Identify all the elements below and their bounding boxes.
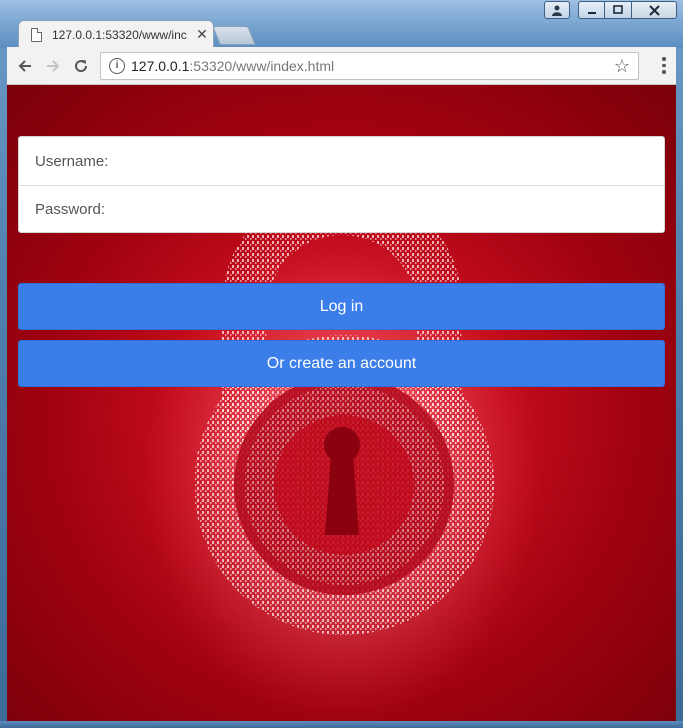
window-frame-bottom	[0, 721, 683, 728]
create-account-button[interactable]: Or create an account	[18, 340, 665, 387]
tab-title: 127.0.0.1:53320/www/inc	[52, 27, 187, 42]
browser-toolbar: i 127.0.0.1:53320/www/index.html ☆	[7, 47, 676, 85]
login-button[interactable]: Log in	[18, 283, 665, 330]
address-bar[interactable]: i 127.0.0.1:53320/www/index.html ☆	[100, 52, 639, 80]
arrow-left-icon[interactable]	[13, 54, 37, 78]
reload-icon[interactable]	[69, 54, 93, 78]
password-input[interactable]	[111, 200, 664, 219]
arrow-right-icon[interactable]	[41, 54, 65, 78]
maximize-icon[interactable]	[605, 1, 632, 19]
close-icon[interactable]	[632, 1, 677, 19]
username-label: Username:	[35, 152, 109, 170]
url-path: :53320/www/index.html	[189, 58, 335, 74]
password-field[interactable]: Password:	[19, 185, 664, 233]
user-icon[interactable]	[544, 1, 570, 19]
page-icon	[31, 27, 42, 42]
browser-tab[interactable]: 127.0.0.1:53320/www/inc ✕	[18, 20, 214, 48]
star-icon[interactable]: ☆	[614, 56, 630, 77]
username-input[interactable]	[114, 151, 664, 171]
kebab-menu-icon[interactable]	[662, 57, 666, 74]
tab-close-icon[interactable]: ✕	[191, 26, 213, 43]
info-icon[interactable]: i	[109, 58, 125, 74]
login-form: Username: Password:	[18, 136, 665, 233]
password-label: Password:	[35, 201, 106, 218]
url-host: 127.0.0.1	[131, 58, 190, 74]
title-bar: 127.0.0.1:53320/www/inc ✕	[0, 0, 683, 48]
browser-window: 127.0.0.1:53320/www/inc ✕ i 127.0.0.1:53…	[0, 0, 683, 728]
minimize-icon[interactable]	[578, 1, 605, 19]
username-field[interactable]: Username:	[19, 137, 664, 185]
new-tab-button[interactable]	[212, 26, 256, 45]
window-controls	[544, 1, 677, 19]
page-content: Username: Password: Log in Or create an …	[7, 85, 676, 721]
